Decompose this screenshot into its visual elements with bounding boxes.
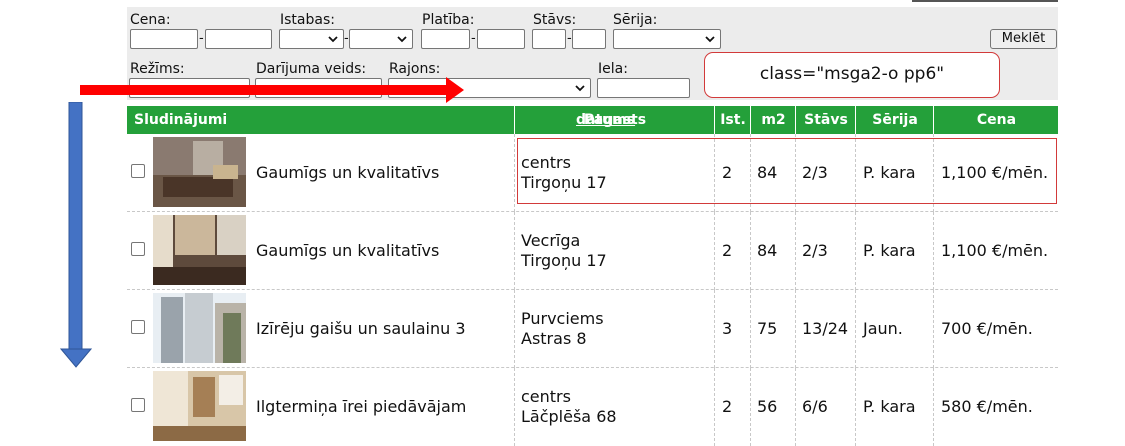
district-text: centrs	[521, 387, 571, 406]
rooms-cell: 3	[722, 319, 733, 338]
column-divider	[855, 368, 856, 446]
column-divider	[750, 290, 751, 368]
location-cell: centrs Lāčplēša 68	[521, 387, 617, 427]
rooms-cell: 2	[722, 241, 733, 260]
range-dash: -	[344, 31, 349, 46]
price-cell: 700 €/mēn.	[941, 319, 1033, 338]
floor-cell: 2/3	[802, 241, 828, 260]
platiba-label: Platība:	[422, 12, 475, 28]
column-divider	[514, 290, 515, 368]
rooms-min-select[interactable]	[279, 29, 344, 49]
price-max-input[interactable]	[205, 29, 272, 49]
table-row[interactable]: Izīrēju gaišu un saulainu 3 Purvciems As…	[127, 290, 1058, 368]
table-row[interactable]: Ilgtermiņa īrei piedāvājam centrs Lāčplē…	[127, 368, 1058, 446]
listing-photo	[153, 137, 246, 207]
range-dash: -	[199, 31, 204, 46]
range-dash: -	[471, 31, 476, 46]
darijuma-label: Darījuma veids:	[256, 61, 367, 77]
row-checkbox[interactable]	[131, 242, 145, 256]
iela-label: Iela:	[598, 61, 628, 77]
column-divider	[855, 212, 856, 290]
serija-label: Sērija:	[613, 12, 658, 28]
column-divider	[514, 134, 515, 212]
column-divider	[514, 212, 515, 290]
column-divider	[795, 290, 796, 368]
column-divider	[714, 290, 715, 368]
series-cell: P. kara	[863, 241, 916, 260]
row-highlight-box	[517, 138, 1057, 204]
floor-min-input[interactable]	[532, 29, 566, 49]
column-divider	[933, 290, 934, 368]
table-row[interactable]: Gaumīgs un kvalitatīvs Vecrīga Tirgoņu 1…	[127, 212, 1058, 290]
column-divider	[933, 368, 934, 446]
range-dash: -	[567, 31, 572, 46]
header-sludinajumi: Sludinājumi	[134, 112, 228, 128]
chevron-down-icon	[575, 85, 585, 92]
location-cell: Purvciems Astras 8	[521, 309, 604, 349]
header-ist[interactable]: Ist.	[714, 106, 751, 134]
street-input[interactable]	[597, 78, 690, 98]
price-min-input[interactable]	[130, 29, 198, 49]
listing-title-link[interactable]: Izīrēju gaišu un saulainu 3	[256, 319, 466, 338]
price-cell: 1,100 €/mēn.	[941, 241, 1049, 260]
class-callout: class="msga2-o pp6"	[704, 52, 1000, 98]
series-cell: Jaun.	[863, 319, 903, 338]
chevron-down-icon	[705, 36, 715, 43]
istabas-label: Istabas:	[280, 12, 335, 28]
search-button[interactable]: Meklēt	[990, 29, 1057, 49]
area-cell: 75	[757, 319, 778, 338]
stavs-label: Stāvs:	[533, 12, 577, 28]
top-border-line	[912, 0, 1058, 2]
column-divider	[750, 368, 751, 446]
table-header: Sludinājumi datums Pagasts Ist. m2 Stāvs…	[127, 106, 1058, 134]
rooms-cell: 2	[722, 397, 733, 416]
area-max-input[interactable]	[477, 29, 525, 49]
listing-photo	[153, 371, 246, 441]
cena-label: Cena:	[130, 12, 171, 28]
location-cell: Vecrīga Tirgoņu 17	[521, 231, 607, 271]
rooms-max-select[interactable]	[349, 29, 413, 49]
listing-photo	[153, 293, 246, 363]
column-divider	[714, 212, 715, 290]
area-min-input[interactable]	[421, 29, 470, 49]
column-divider	[750, 212, 751, 290]
price-cell: 580 €/mēn.	[941, 397, 1033, 416]
series-select[interactable]	[613, 29, 721, 49]
area-cell: 56	[757, 397, 778, 416]
chevron-down-icon	[397, 36, 407, 43]
column-divider	[795, 212, 796, 290]
street-text: Tirgoņu 17	[521, 251, 607, 270]
header-serija[interactable]: Sērija	[855, 106, 934, 134]
column-divider	[855, 290, 856, 368]
area-cell: 84	[757, 241, 778, 260]
header-pagasts[interactable]: Pagasts	[514, 106, 715, 134]
district-text: Purvciems	[521, 309, 604, 328]
floor-cell: 6/6	[802, 397, 828, 416]
floor-cell: 13/24	[802, 319, 849, 338]
series-cell: P. kara	[863, 397, 916, 416]
listing-title-link[interactable]: Ilgtermiņa īrei piedāvājam	[256, 397, 466, 416]
row-checkbox[interactable]	[131, 320, 145, 334]
chevron-down-icon	[328, 36, 338, 43]
rajons-label: Rajons:	[389, 61, 441, 77]
header-cena[interactable]: Cena	[933, 106, 1059, 134]
row-checkbox[interactable]	[131, 164, 145, 178]
red-arrow-right-icon	[80, 77, 464, 103]
column-divider	[714, 368, 715, 446]
listing-photo	[153, 215, 246, 285]
listing-title-link[interactable]: Gaumīgs un kvalitatīvs	[256, 163, 439, 182]
listing-title-link[interactable]: Gaumīgs un kvalitatīvs	[256, 241, 439, 260]
rezims-label: Režīms:	[130, 61, 185, 77]
street-text: Astras 8	[521, 329, 587, 348]
header-stavs[interactable]: Stāvs	[795, 106, 856, 134]
floor-max-input[interactable]	[572, 29, 606, 49]
row-checkbox[interactable]	[131, 398, 145, 412]
street-text: Lāčplēša 68	[521, 407, 617, 426]
blue-arrow-down-icon	[60, 102, 92, 368]
district-text: Vecrīga	[521, 231, 581, 250]
column-divider	[514, 368, 515, 446]
column-divider	[933, 212, 934, 290]
column-divider	[795, 368, 796, 446]
header-m2[interactable]: m2	[750, 106, 796, 134]
